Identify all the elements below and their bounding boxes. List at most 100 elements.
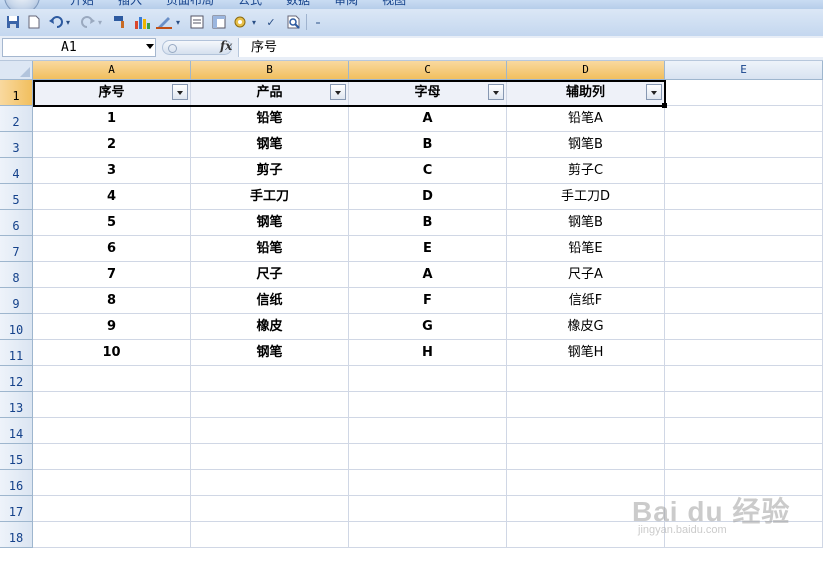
table-cell[interactable]: 橡皮 xyxy=(191,314,349,340)
empty-cell[interactable] xyxy=(33,392,191,418)
column-header-d[interactable]: D xyxy=(507,61,665,80)
ribbon-tab[interactable]: 页面布局 xyxy=(154,0,226,8)
empty-cell[interactable] xyxy=(349,470,507,496)
redo-dropdown-icon[interactable]: ▾ xyxy=(96,14,104,30)
table-cell[interactable]: A xyxy=(349,262,507,288)
customize-icon[interactable]: ₌ xyxy=(310,14,326,30)
row-header-6[interactable]: 6 xyxy=(0,210,33,236)
redo-icon[interactable] xyxy=(80,14,96,30)
table-cell[interactable]: 10 xyxy=(33,340,191,366)
empty-cell[interactable] xyxy=(191,366,349,392)
filter-dropdown-icon[interactable] xyxy=(646,84,662,100)
empty-cell[interactable] xyxy=(191,522,349,548)
empty-cell[interactable] xyxy=(665,340,823,366)
filter-dropdown-icon[interactable] xyxy=(488,84,504,100)
formula-input[interactable]: 序号 xyxy=(238,38,823,57)
table-cell[interactable]: 剪子 xyxy=(191,158,349,184)
row-header-11[interactable]: 11 xyxy=(0,340,33,366)
table-cell[interactable]: 剪子C xyxy=(507,158,665,184)
row-header-8[interactable]: 8 xyxy=(0,262,33,288)
row-header-7[interactable]: 7 xyxy=(0,236,33,262)
table-cell[interactable]: 9 xyxy=(33,314,191,340)
table-cell[interactable]: 2 xyxy=(33,132,191,158)
spelling-icon[interactable]: ✓ xyxy=(263,14,279,30)
table-cell[interactable]: 4 xyxy=(33,184,191,210)
table-cell[interactable]: D xyxy=(349,184,507,210)
table-cell[interactable]: 钢笔B xyxy=(507,132,665,158)
empty-cell[interactable] xyxy=(665,236,823,262)
empty-cell[interactable] xyxy=(33,496,191,522)
ribbon-tab[interactable]: 视图 xyxy=(370,0,418,8)
table-cell[interactable]: 铅笔E xyxy=(507,236,665,262)
empty-cell[interactable] xyxy=(349,496,507,522)
table-cell[interactable]: 手工刀D xyxy=(507,184,665,210)
draw-icon[interactable] xyxy=(156,14,172,30)
empty-cell[interactable] xyxy=(33,418,191,444)
empty-cell[interactable] xyxy=(349,392,507,418)
empty-cell[interactable] xyxy=(665,262,823,288)
empty-cell[interactable] xyxy=(191,418,349,444)
empty-cell[interactable] xyxy=(191,392,349,418)
table-cell[interactable]: 尺子 xyxy=(191,262,349,288)
table-header-cell[interactable]: 产品 xyxy=(191,80,349,106)
empty-cell[interactable] xyxy=(665,80,823,106)
empty-cell[interactable] xyxy=(191,496,349,522)
table-cell[interactable]: 钢笔 xyxy=(191,210,349,236)
row-header-15[interactable]: 15 xyxy=(0,444,33,470)
empty-cell[interactable] xyxy=(349,418,507,444)
empty-cell[interactable] xyxy=(665,444,823,470)
table-cell[interactable]: 8 xyxy=(33,288,191,314)
office-button[interactable] xyxy=(4,0,40,9)
table-header-cell[interactable]: 序号 xyxy=(33,80,191,106)
table-cell[interactable]: F xyxy=(349,288,507,314)
empty-cell[interactable] xyxy=(191,470,349,496)
row-header-4[interactable]: 4 xyxy=(0,158,33,184)
chart-icon[interactable] xyxy=(134,14,150,30)
table-cell[interactable]: 钢笔 xyxy=(191,340,349,366)
table-cell[interactable]: 手工刀 xyxy=(191,184,349,210)
empty-cell[interactable] xyxy=(349,366,507,392)
filter-dropdown-icon[interactable] xyxy=(330,84,346,100)
column-header-b[interactable]: B xyxy=(191,61,349,80)
empty-cell[interactable] xyxy=(665,392,823,418)
row-header-3[interactable]: 3 xyxy=(0,132,33,158)
empty-cell[interactable] xyxy=(665,210,823,236)
new-icon[interactable] xyxy=(26,14,42,30)
table-cell[interactable]: H xyxy=(349,340,507,366)
row-header-5[interactable]: 5 xyxy=(0,184,33,210)
fill-handle[interactable] xyxy=(662,103,667,108)
insert-function-icon[interactable]: fx xyxy=(220,39,232,53)
row-header-2[interactable]: 2 xyxy=(0,106,33,132)
filter-dropdown-icon[interactable] xyxy=(172,84,188,100)
table-cell[interactable]: 信纸F xyxy=(507,288,665,314)
row-header-18[interactable]: 18 xyxy=(0,522,33,548)
empty-cell[interactable] xyxy=(191,444,349,470)
name-box-dropdown-icon[interactable] xyxy=(146,44,154,49)
empty-cell[interactable] xyxy=(665,106,823,132)
print-preview-icon[interactable] xyxy=(286,14,302,30)
row-header-17[interactable]: 17 xyxy=(0,496,33,522)
table-cell[interactable]: 钢笔 xyxy=(191,132,349,158)
table-cell[interactable]: 铅笔A xyxy=(507,106,665,132)
empty-cell[interactable] xyxy=(507,444,665,470)
table-header-cell[interactable]: 字母 xyxy=(349,80,507,106)
table-cell[interactable]: 橡皮G xyxy=(507,314,665,340)
table-cell[interactable]: B xyxy=(349,132,507,158)
empty-cell[interactable] xyxy=(507,366,665,392)
table-header-cell[interactable]: 辅助列 xyxy=(507,80,665,106)
empty-cell[interactable] xyxy=(665,314,823,340)
table-cell[interactable]: B xyxy=(349,210,507,236)
name-box[interactable]: A1 xyxy=(2,38,156,57)
table-cell[interactable]: 6 xyxy=(33,236,191,262)
row-header-13[interactable]: 13 xyxy=(0,392,33,418)
undo-icon[interactable] xyxy=(48,14,64,30)
table-cell[interactable]: 铅笔 xyxy=(191,236,349,262)
empty-cell[interactable] xyxy=(349,444,507,470)
row-header-10[interactable]: 10 xyxy=(0,314,33,340)
empty-cell[interactable] xyxy=(665,184,823,210)
empty-cell[interactable] xyxy=(665,158,823,184)
draw-dropdown-icon[interactable]: ▾ xyxy=(174,14,182,30)
table-cell[interactable]: 3 xyxy=(33,158,191,184)
empty-cell[interactable] xyxy=(665,366,823,392)
ribbon-tab[interactable]: 数据 xyxy=(274,0,322,8)
